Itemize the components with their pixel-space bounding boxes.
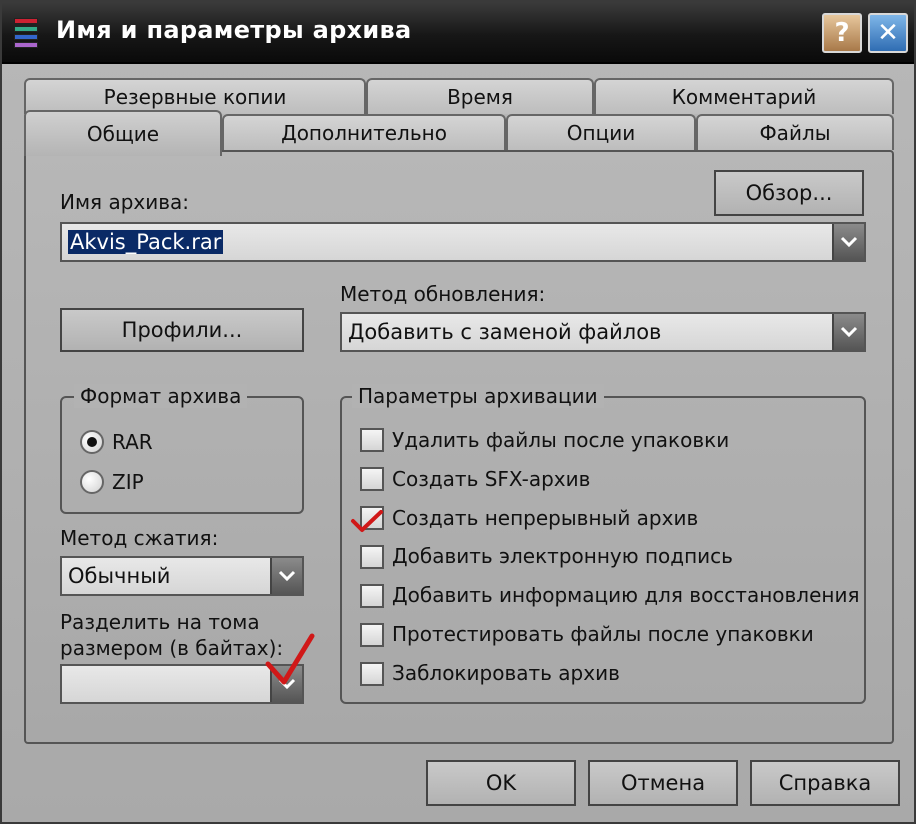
lock-archive-label: Заблокировать архив <box>392 661 620 685</box>
tab-time[interactable]: Время <box>366 78 594 114</box>
archive-options-group: Параметры архивации Удалить файлы после … <box>340 384 866 704</box>
close-window-button[interactable]: ✕ <box>868 13 908 53</box>
chevron-down-icon <box>840 236 858 248</box>
recovery-record-checkbox[interactable] <box>360 584 384 608</box>
window-title: Имя и параметры архива <box>56 16 412 44</box>
update-method-dropdown-button[interactable] <box>832 314 864 350</box>
help-button[interactable]: Справка <box>750 760 900 806</box>
tab-options[interactable]: Опции <box>506 114 696 150</box>
create-sfx-label: Создать SFX-архив <box>392 467 591 491</box>
compression-method-label: Метод сжатия: <box>60 526 219 550</box>
update-method-value: Добавить с заменой файлов <box>348 320 662 344</box>
tab-comment[interactable]: Комментарий <box>594 78 894 114</box>
archive-format-group: Формат архива RAR ZIP <box>60 384 304 514</box>
compression-method-select[interactable]: Обычный <box>60 556 304 596</box>
title-bar[interactable]: Имя и параметры архива ? ✕ <box>2 2 914 64</box>
chevron-down-icon <box>840 326 858 338</box>
compression-method-value: Обычный <box>68 564 171 588</box>
general-tab-panel: Имя архива: Обзор... Akvis_Pack.rar Проф… <box>24 150 894 744</box>
test-after-packing-label: Протестировать файлы после упаковки <box>392 622 814 646</box>
tab-files[interactable]: Файлы <box>696 114 894 150</box>
compression-method-dropdown-button[interactable] <box>270 558 302 594</box>
archive-dialog-window: Имя и параметры архива ? ✕ Резервные коп… <box>0 0 916 824</box>
tab-backups[interactable]: Резервные копии <box>24 78 366 114</box>
delete-after-packing-checkbox[interactable] <box>360 428 384 452</box>
ok-button[interactable]: OK <box>426 760 576 806</box>
tab-advanced[interactable]: Дополнительно <box>222 114 506 150</box>
digital-signature-label: Добавить электронную подпись <box>392 544 733 568</box>
help-title-button[interactable]: ? <box>822 13 862 53</box>
test-after-packing-checkbox[interactable] <box>360 623 384 647</box>
format-zip-radio[interactable] <box>80 470 104 494</box>
tab-general[interactable]: Общие <box>24 110 222 156</box>
digital-signature-checkbox[interactable] <box>360 545 384 569</box>
archive-name-label: Имя архива: <box>60 190 190 214</box>
red-check-mark-icon <box>265 633 315 685</box>
create-sfx-checkbox[interactable] <box>360 467 384 491</box>
archive-name-input[interactable]: Akvis_Pack.rar <box>68 230 224 254</box>
archive-name-dropdown-button[interactable] <box>832 224 864 260</box>
browse-button[interactable]: Обзор... <box>714 170 864 216</box>
chevron-down-icon <box>278 570 296 582</box>
profiles-button[interactable]: Профили... <box>60 308 304 352</box>
cancel-button[interactable]: Отмена <box>588 760 738 806</box>
red-check-mark-icon <box>351 510 383 532</box>
archive-name-combobox[interactable]: Akvis_Pack.rar <box>60 222 866 262</box>
archive-format-title: Формат архива <box>74 384 248 408</box>
update-method-select[interactable]: Добавить с заменой файлов <box>340 312 866 352</box>
solid-archive-label: Создать непрерывный архив <box>392 506 699 530</box>
format-rar-radio[interactable] <box>80 430 104 454</box>
winrar-app-icon <box>10 16 42 50</box>
format-zip-label: ZIP <box>112 470 144 494</box>
delete-after-packing-label: Удалить файлы после упаковки <box>392 428 730 452</box>
split-volumes-label-line1: Разделить на тома <box>60 610 260 634</box>
split-volumes-label-line2: размером (в байтах): <box>60 636 284 660</box>
lock-archive-checkbox[interactable] <box>360 662 384 686</box>
archive-options-title: Параметры архивации <box>352 384 604 408</box>
format-rar-label: RAR <box>112 430 153 454</box>
update-method-label: Метод обновления: <box>340 282 546 306</box>
recovery-record-label: Добавить информацию для восстановления <box>392 583 860 607</box>
